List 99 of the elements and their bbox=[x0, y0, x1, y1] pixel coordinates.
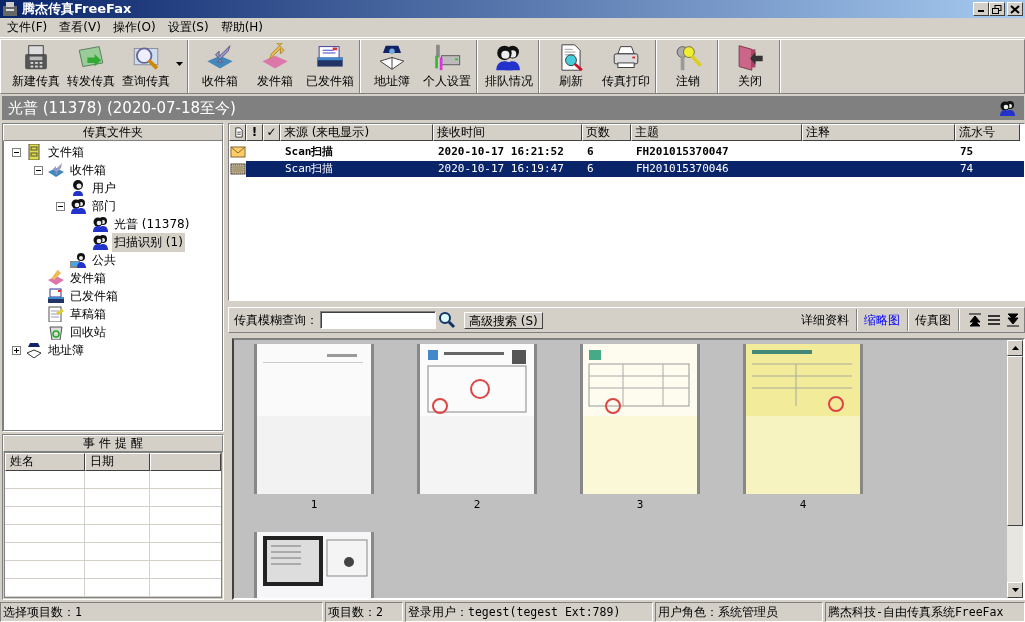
status-text: 登录用户：tegest(tegest Ext:789) bbox=[405, 602, 653, 622]
window-title: 腾杰传真FreeFax bbox=[22, 0, 133, 18]
table-row[interactable]: Scan扫描 2020-10-17 16:21:52 6 FH201015370047 75 bbox=[246, 143, 1024, 160]
people-icon bbox=[999, 100, 1017, 116]
panel-title: 事 件 提 醒 bbox=[3, 435, 223, 452]
menu-item[interactable]: 设置(S) bbox=[161, 19, 215, 36]
menu-item[interactable]: 查看(V) bbox=[53, 19, 107, 36]
selected-row[interactable]: Scan扫描 2020-10-17 16:19:47 6 FH201015370046 74 bbox=[246, 160, 1024, 177]
column-header[interactable]: 页数 bbox=[582, 124, 631, 141]
tree-item[interactable]: 发件箱 bbox=[68, 268, 108, 288]
scroll-down-icon[interactable] bbox=[1011, 588, 1019, 592]
tree-item[interactable]: 草稿箱 bbox=[68, 304, 108, 324]
toolbar-button[interactable]: 发件箱 bbox=[247, 40, 302, 93]
table-cell-text: 6 bbox=[586, 143, 595, 160]
phone-book-icon bbox=[26, 342, 42, 358]
close-icon bbox=[1010, 4, 1020, 14]
minimize-icon bbox=[978, 10, 984, 12]
toolbar-button[interactable]: 个人设置 bbox=[419, 40, 474, 93]
column-header[interactable] bbox=[150, 453, 221, 471]
recycle-bin-icon bbox=[48, 324, 64, 340]
page-number: 4 bbox=[799, 497, 807, 513]
toolbar-button[interactable]: 收件箱 bbox=[192, 40, 247, 93]
status-text: 选择项目数：1 bbox=[0, 602, 323, 622]
toolbar-button[interactable]: 转发传真 bbox=[63, 40, 118, 93]
column-header[interactable]: ✓ bbox=[263, 124, 280, 141]
search-icon[interactable] bbox=[438, 311, 456, 329]
tree-item[interactable]: 用户 bbox=[90, 178, 118, 198]
scroll-up-icon[interactable] bbox=[1011, 346, 1019, 350]
page-number: 3 bbox=[636, 497, 644, 513]
column-header[interactable]: ! bbox=[246, 124, 263, 141]
collapse-all-icon[interactable] bbox=[1006, 313, 1020, 327]
close-button[interactable] bbox=[1007, 2, 1023, 16]
toolbar-button[interactable]: 查询传真 bbox=[118, 40, 185, 93]
table-cell-text: FH201015370047 bbox=[635, 143, 730, 160]
table-cell-text: Scan扫描 bbox=[284, 160, 335, 177]
tree-item[interactable]: 部门 bbox=[90, 196, 118, 216]
table-cell-text: 74 bbox=[959, 160, 975, 177]
fax-icon bbox=[2, 1, 18, 17]
status-text: 用户角色：系统管理员 bbox=[655, 602, 823, 622]
menu-item[interactable]: 帮助(H) bbox=[214, 19, 270, 36]
toolbar-button[interactable]: 已发件箱 bbox=[302, 40, 357, 93]
expand-all-icon[interactable] bbox=[968, 313, 982, 327]
computer-people-icon bbox=[70, 252, 86, 268]
panel-title: 传真文件夹 bbox=[3, 124, 223, 141]
status-text: 腾杰科技-自由传真系统FreeFax bbox=[825, 602, 1025, 622]
expand-icon[interactable] bbox=[12, 345, 21, 355]
minimize-button[interactable] bbox=[973, 2, 989, 16]
status-text: 项目数：2 bbox=[325, 602, 403, 622]
column-header[interactable]: 来源 (来电显示) bbox=[280, 124, 433, 141]
tree-item[interactable]: 回收站 bbox=[68, 322, 108, 342]
table-cell-text: 2020-10-17 16:21:52 bbox=[437, 143, 565, 160]
view-tab[interactable]: 传真图 bbox=[908, 309, 959, 331]
table-cell-text: 2020-10-17 16:19:47 bbox=[437, 160, 565, 177]
column-header[interactable]: 主题 bbox=[631, 124, 802, 141]
search-label: 传真模糊查询： bbox=[234, 311, 318, 329]
column-header[interactable]: 注释 bbox=[802, 124, 955, 141]
table-cell-text: Scan扫描 bbox=[284, 143, 335, 160]
toolbar-button[interactable]: 排队情况 bbox=[481, 40, 536, 93]
column-header[interactable]: 姓名 bbox=[5, 453, 85, 471]
view-tab[interactable]: 缩略图 bbox=[857, 309, 908, 331]
table-cell-text: 75 bbox=[959, 143, 975, 160]
toolbar-button[interactable]: 传真打印 bbox=[598, 40, 653, 93]
scrollbar[interactable] bbox=[1007, 340, 1023, 598]
menu-item[interactable]: 文件(F) bbox=[1, 19, 54, 36]
column-header[interactable]: 日期 bbox=[85, 453, 150, 471]
tree-item[interactable]: 地址簿 bbox=[46, 340, 86, 360]
view-tab[interactable]: 详细资料 bbox=[794, 309, 857, 331]
restore-button[interactable] bbox=[989, 2, 1005, 16]
people-icon bbox=[92, 216, 108, 232]
person-icon bbox=[70, 180, 86, 196]
tree-item[interactable]: 扫描识别 (1) bbox=[112, 232, 185, 252]
tree-item[interactable]: 公共 bbox=[90, 250, 118, 270]
people-icon bbox=[70, 198, 86, 214]
toolbar-button[interactable]: 新建传真 bbox=[8, 40, 63, 93]
banner-title: 光普 (11378) (2020-07-18至今) bbox=[8, 98, 237, 118]
cabinet-icon bbox=[26, 144, 42, 160]
page-number: 2 bbox=[473, 497, 481, 513]
tree-item[interactable]: 收件箱 bbox=[68, 160, 108, 180]
toolbar-button[interactable]: 关闭 bbox=[722, 40, 777, 93]
toolbar-button[interactable]: 刷新 bbox=[543, 40, 598, 93]
table-cell-text: FH201015370046 bbox=[635, 160, 730, 177]
page-number: 1 bbox=[310, 497, 318, 513]
toolbar-button[interactable]: 地址簿 bbox=[364, 40, 419, 93]
sent-tray-icon bbox=[48, 288, 64, 304]
menu-item[interactable]: 操作(O) bbox=[106, 19, 162, 36]
tree-item[interactable]: 光普 (11378) bbox=[112, 214, 192, 234]
advanced-search-button[interactable]: 高级搜索 (S) bbox=[464, 311, 543, 329]
search-field[interactable] bbox=[320, 311, 436, 329]
toolbar-button[interactable]: 注销 bbox=[660, 40, 715, 93]
tree-item[interactable]: 已发件箱 bbox=[68, 286, 120, 306]
column-header[interactable]: 接收时间 bbox=[433, 124, 582, 141]
table-cell-text: 6 bbox=[586, 160, 595, 177]
tree-item[interactable]: 文件箱 bbox=[46, 142, 86, 162]
column-header[interactable]: 流水号 bbox=[955, 124, 1020, 141]
inbox-icon bbox=[48, 162, 64, 178]
people-icon bbox=[92, 234, 108, 250]
draft-icon bbox=[48, 306, 64, 322]
outbox-icon bbox=[48, 270, 64, 286]
restore-icon bbox=[992, 4, 1002, 14]
